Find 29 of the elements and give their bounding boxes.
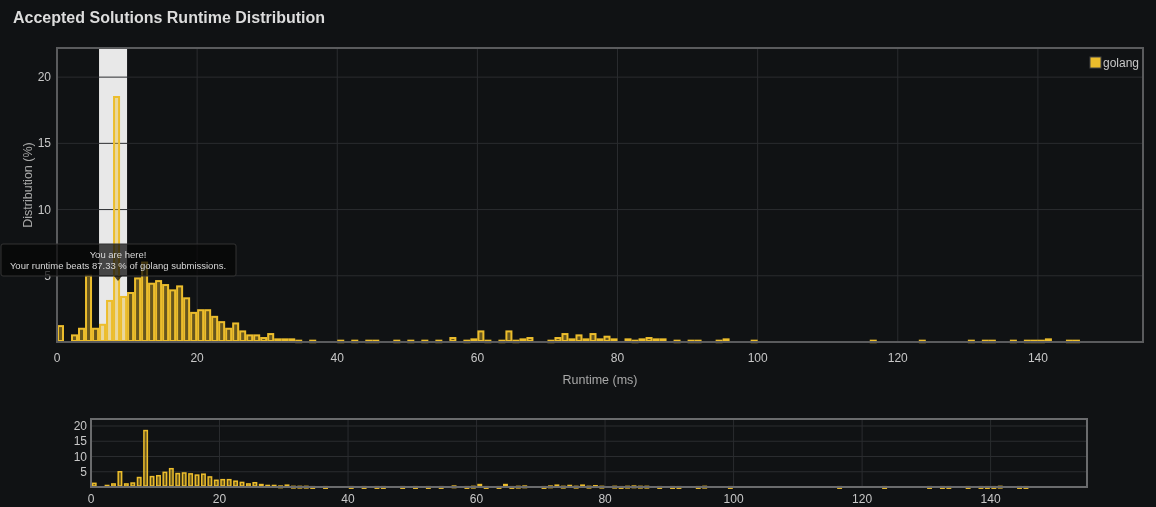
tick-label: 20 (212, 492, 227, 506)
tick-label: 0 (53, 351, 61, 365)
tick-label: 40 (330, 351, 344, 365)
tick-label: 100 (723, 492, 744, 506)
tick-label: 80 (598, 492, 612, 506)
tick-label: 120 (852, 492, 873, 506)
tick-label: 15 (37, 136, 51, 151)
axis-title: Distribution (%) (21, 142, 35, 228)
tooltip-text: Your runtime beats 87.33 % of golang submissions. (9, 260, 227, 271)
tick-label: 5 (44, 268, 51, 283)
tick-label: 140 (1027, 351, 1048, 365)
tick-label: 0 (87, 492, 95, 506)
tick-label: 10 (37, 202, 51, 217)
tick-label: 5 (80, 464, 87, 479)
axis-title: Runtime (ms) (562, 373, 638, 387)
tick-label: 60 (469, 492, 484, 506)
tick-label: 60 (470, 351, 485, 365)
tick-label: 20 (73, 419, 87, 433)
tick-label: 15 (73, 434, 87, 449)
tick-label: 20 (37, 70, 51, 85)
tooltip-title: You are here! (89, 249, 147, 260)
tick-label: 80 (610, 351, 625, 365)
tick-label: 10 (73, 449, 87, 464)
tick-label: 120 (887, 351, 908, 365)
tick-label: 140 (980, 492, 1001, 506)
tick-label: 40 (341, 492, 355, 506)
tick-label: 20 (190, 351, 204, 365)
tick-label: 100 (747, 351, 768, 365)
page-title: Accepted Solutions Runtime Distribution (12, 8, 326, 28)
